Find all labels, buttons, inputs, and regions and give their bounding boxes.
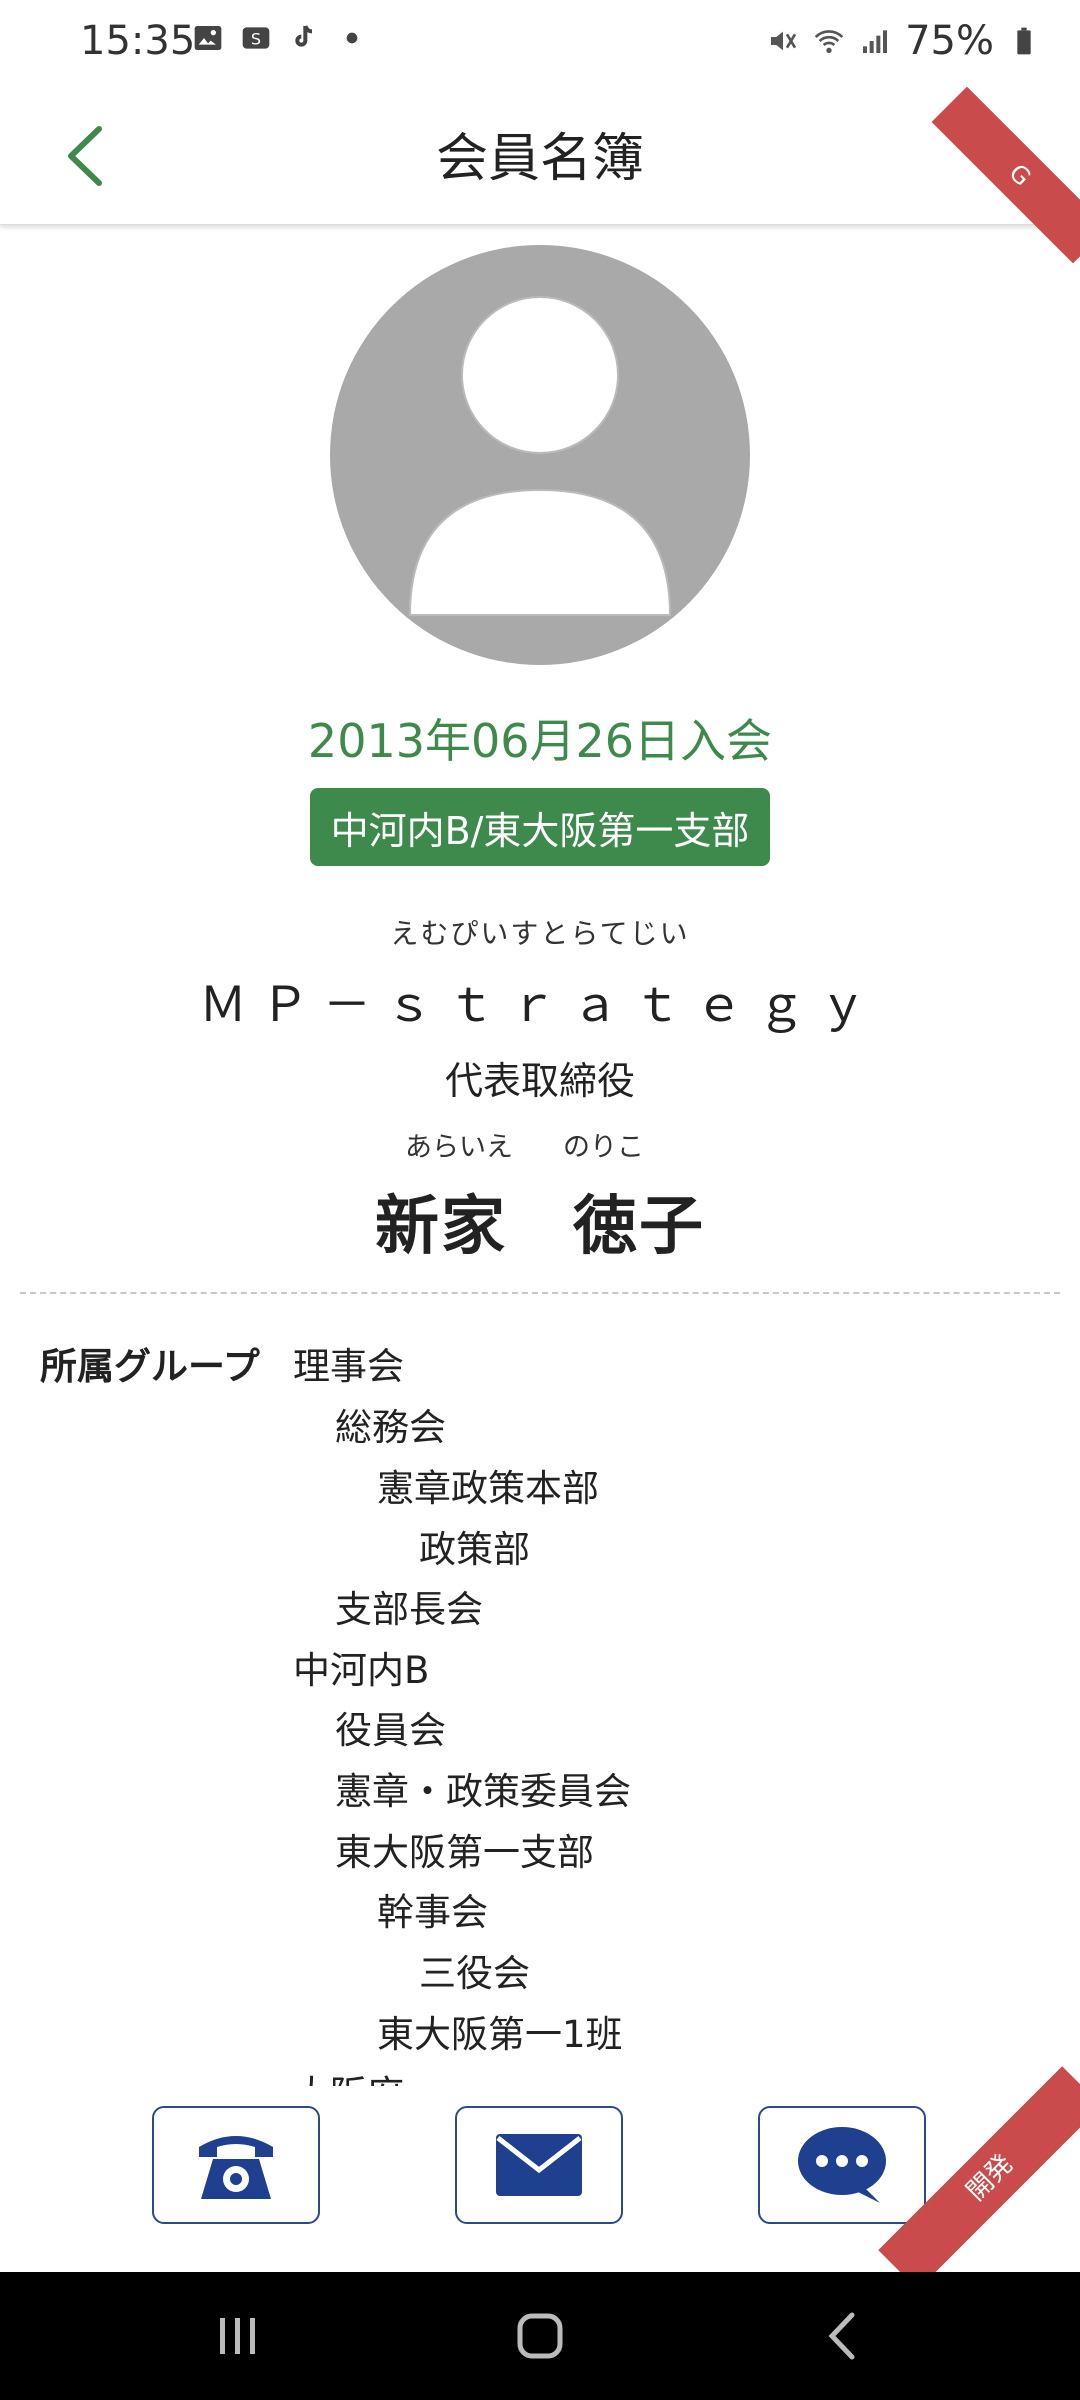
avatar xyxy=(330,245,750,665)
recent-apps-button[interactable] xyxy=(208,2306,268,2366)
signal-icon xyxy=(863,30,888,53)
join-date: 2013年06月26日入会 xyxy=(307,714,773,768)
mute-icon xyxy=(771,31,797,51)
chat-button[interactable] xyxy=(758,2106,926,2224)
company-name: ＭＰ－ｓｔｒａｔｅｇｙ xyxy=(198,977,881,1033)
name-ruby: あらいえ のりこ xyxy=(405,1125,694,1164)
image-icon xyxy=(194,26,222,50)
mail-icon xyxy=(496,2134,582,2196)
group-item: 東大阪第一1班 xyxy=(377,2013,623,2056)
group-item: 三役会 xyxy=(419,1952,530,1995)
group-item: 東大阪第一支部 xyxy=(335,1831,594,1874)
mail-button[interactable] xyxy=(455,2106,623,2224)
chat-bubble-icon xyxy=(798,2127,886,2203)
divider xyxy=(20,1292,1060,1294)
dot-icon xyxy=(346,32,358,44)
group-item: 政策部 xyxy=(419,1528,530,1571)
person-name: 新家 徳子 xyxy=(375,1190,705,1264)
app-bar: 会員名簿 G xyxy=(0,80,1080,264)
telephone-icon xyxy=(199,2136,273,2199)
group-item: 理事会 xyxy=(293,1345,404,1388)
system-nav-bar xyxy=(0,2272,1080,2400)
person-placeholder-icon xyxy=(408,296,672,616)
home-icon xyxy=(517,2313,563,2359)
svg-text:S: S xyxy=(251,30,261,49)
battery-icon xyxy=(1017,27,1031,55)
group-item: 支部長会 xyxy=(335,1588,483,1631)
group-item: 憲章政策本部 xyxy=(377,1467,599,1510)
status-bar: 15:35 S 75% xyxy=(0,0,1080,80)
group-item: 中河内B xyxy=(293,1649,430,1692)
name-ruby-given: のりこ xyxy=(563,1132,644,1163)
group-item: 役員会 xyxy=(335,1709,446,1752)
group-item: 大阪府 xyxy=(293,2064,404,2086)
page-title: 会員名簿 xyxy=(435,129,644,189)
branch-badge: 中河内B/東大阪第一支部 xyxy=(310,788,770,866)
s-app-icon: S xyxy=(242,27,270,49)
recent-apps-icon xyxy=(220,2318,255,2354)
nav-back-button[interactable] xyxy=(812,2306,872,2366)
group-list: 理事会 総務会 憲章政策本部 政策部 支部長会 中河内B 役員会 憲章・政策委員… xyxy=(0,1336,1080,2086)
group-item: 総務会 xyxy=(335,1406,446,1449)
status-right-icons: 75% xyxy=(767,18,1040,64)
battery-percent: 75% xyxy=(905,18,994,64)
phone-button[interactable] xyxy=(152,2106,320,2224)
group-item: 憲章・政策委員会 xyxy=(335,1770,631,1813)
status-time: 15:35 xyxy=(80,18,196,64)
status-left-icons: S xyxy=(192,22,368,54)
company-role: 代表取締役 xyxy=(444,1059,635,1103)
home-button[interactable] xyxy=(510,2306,570,2366)
wifi-icon xyxy=(814,30,844,53)
name-ruby-family: あらいえ xyxy=(405,1132,513,1163)
tiktok-icon xyxy=(295,25,313,47)
group-item: 幹事会 xyxy=(377,1891,488,1934)
company-ruby: えむぴいすとらてじい xyxy=(390,917,690,950)
nav-back-icon xyxy=(828,2312,855,2360)
